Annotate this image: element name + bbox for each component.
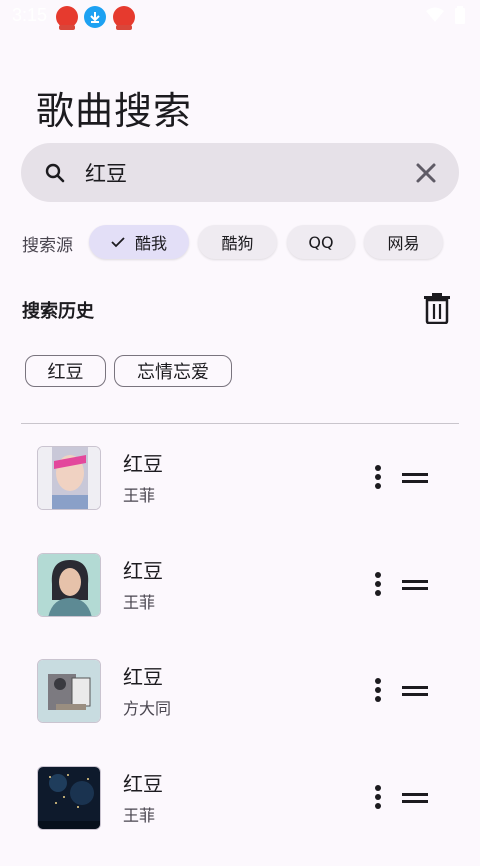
app-notification-icon: [113, 6, 135, 30]
chip-label: 酷狗: [221, 234, 254, 253]
song-title: 红豆: [123, 665, 163, 689]
song-title: 红豆: [123, 772, 163, 796]
album-cover: [37, 766, 101, 830]
song-artist: 王菲: [123, 806, 156, 825]
history-chip-label: 忘情忘爱: [137, 362, 209, 383]
more-vert-icon[interactable]: [368, 784, 388, 812]
history-chip[interactable]: 忘情忘爱: [114, 355, 232, 387]
song-list-item[interactable]: 红豆 王菲: [0, 553, 480, 653]
divider: [21, 423, 459, 424]
chip-label: 酷我: [134, 234, 167, 253]
drag-handle-icon[interactable]: [402, 790, 430, 806]
chip-label: 网易: [387, 234, 420, 253]
more-vert-icon[interactable]: [368, 571, 388, 599]
app-notification-icon: [56, 6, 78, 30]
source-chip-kugou[interactable]: 酷狗: [198, 225, 277, 259]
drag-handle-icon[interactable]: [402, 577, 430, 593]
history-chip[interactable]: 红豆: [25, 355, 106, 387]
drag-handle-icon[interactable]: [402, 470, 430, 486]
more-vert-icon[interactable]: [368, 677, 388, 705]
song-artist: 王菲: [123, 593, 156, 612]
source-label: 搜索源: [22, 236, 73, 256]
battery-icon: [455, 6, 465, 24]
search-icon: [45, 163, 65, 183]
drag-handle-icon[interactable]: [402, 683, 430, 699]
wifi-icon: [426, 7, 444, 22]
status-time: 3:15: [12, 5, 48, 25]
trash-icon[interactable]: [423, 292, 451, 324]
song-title: 红豆: [123, 559, 163, 583]
album-cover: [37, 446, 101, 510]
song-list-item[interactable]: 红豆 方大同: [0, 659, 480, 759]
page-title: 歌曲搜索: [36, 89, 193, 133]
search-bar[interactable]: [21, 143, 459, 202]
source-chip-qq[interactable]: QQ: [287, 225, 355, 259]
more-vert-icon[interactable]: [368, 464, 388, 492]
song-artist: 方大同: [123, 699, 172, 718]
source-chip-kuwo[interactable]: 酷我: [89, 225, 189, 259]
close-icon[interactable]: [413, 160, 439, 186]
search-input[interactable]: [83, 153, 383, 193]
chip-label: QQ: [308, 232, 334, 252]
album-cover: [37, 659, 101, 723]
history-chip-label: 红豆: [47, 362, 84, 383]
download-notification-icon: [84, 6, 106, 28]
check-icon: [111, 237, 125, 248]
history-title: 搜索历史: [22, 301, 94, 322]
song-list-item[interactable]: 红豆 王菲: [0, 446, 480, 546]
status-bar: 3:15: [0, 0, 480, 34]
song-list-item[interactable]: 红豆 王菲: [0, 766, 480, 866]
song-title: 红豆: [123, 452, 163, 476]
song-artist: 王菲: [123, 486, 156, 505]
album-cover: [37, 553, 101, 617]
source-chip-netease[interactable]: 网易: [364, 225, 443, 259]
